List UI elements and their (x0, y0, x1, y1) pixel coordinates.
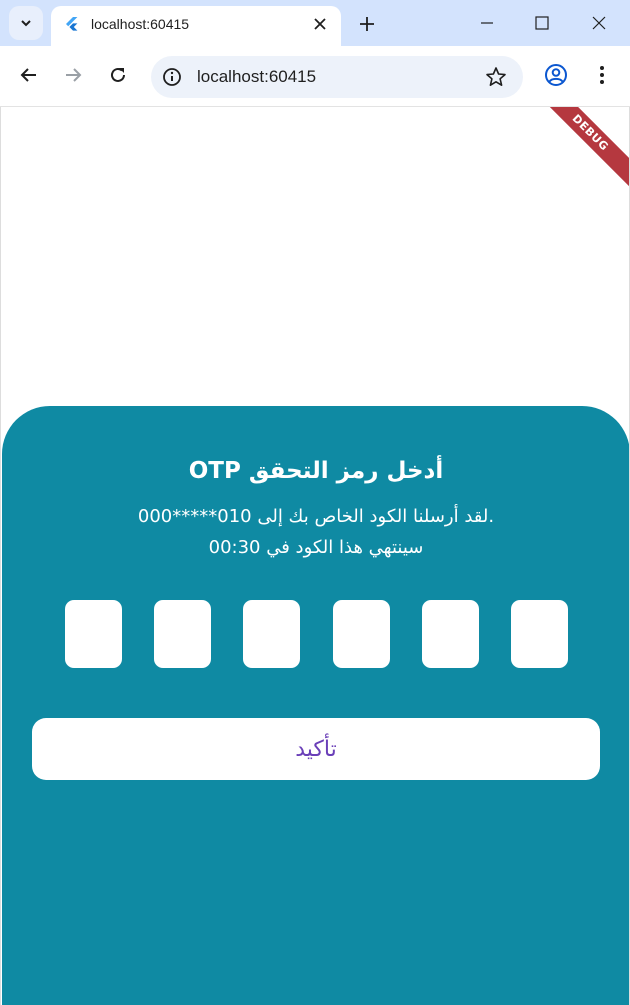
reload-icon (111, 67, 125, 82)
plus-icon (360, 17, 374, 31)
otp-message: .لقد أرسلنا الكود الخاص بك إلى 010*****0… (137, 506, 495, 527)
minimize-button[interactable] (472, 8, 502, 38)
otp-digit-input[interactable] (243, 600, 300, 668)
tab-close-button[interactable] (309, 13, 331, 35)
close-window-button[interactable] (584, 8, 614, 38)
new-tab-button[interactable] (355, 12, 379, 36)
maximize-button[interactable] (527, 8, 557, 38)
close-icon (314, 18, 326, 30)
reload-button[interactable] (105, 62, 131, 88)
forward-button[interactable] (60, 62, 86, 88)
tab-search-button[interactable] (9, 6, 43, 40)
url-text[interactable]: localhost:60415 (197, 67, 316, 87)
tab-title: localhost:60415 (91, 16, 190, 32)
profile-icon (545, 64, 567, 86)
otp-digit-input[interactable] (511, 600, 568, 668)
confirm-button[interactable]: تأكيد (32, 718, 600, 780)
browser-toolbar: localhost:60415 (0, 46, 630, 107)
flutter-icon (66, 17, 78, 31)
minimize-icon (481, 22, 493, 24)
chevron-down-icon (21, 20, 31, 27)
debug-banner: DEBUG (529, 107, 629, 194)
browser-tab[interactable]: localhost:60415 (51, 6, 341, 46)
app-page: DEBUG أدخل رمز التحقق OTP .لقد أرسلنا ال… (0, 107, 630, 1005)
menu-button[interactable] (589, 62, 615, 88)
otp-digit-input[interactable] (422, 600, 479, 668)
arrow-left-icon (20, 68, 36, 82)
otp-title: أدخل رمز التحقق OTP (188, 458, 444, 484)
back-button[interactable] (16, 62, 42, 88)
otp-expiry: سينتهي هذا الكود في 00:30 (208, 537, 424, 558)
otp-digit-input[interactable] (154, 600, 211, 668)
more-vert-icon (600, 66, 604, 84)
tab-strip: localhost:60415 (0, 0, 630, 46)
otp-digit-input[interactable] (65, 600, 122, 668)
close-icon (592, 16, 606, 30)
confirm-button-label: تأكيد (295, 736, 337, 762)
star-icon[interactable] (485, 66, 507, 88)
arrow-right-icon (66, 68, 82, 82)
otp-input-row (65, 600, 569, 668)
info-icon[interactable] (161, 66, 183, 88)
maximize-icon (535, 16, 549, 30)
address-bar[interactable]: localhost:60415 (151, 56, 523, 98)
otp-card: أدخل رمز التحقق OTP .لقد أرسلنا الكود ال… (2, 406, 629, 1005)
profile-button[interactable] (543, 62, 569, 88)
otp-digit-input[interactable] (333, 600, 390, 668)
